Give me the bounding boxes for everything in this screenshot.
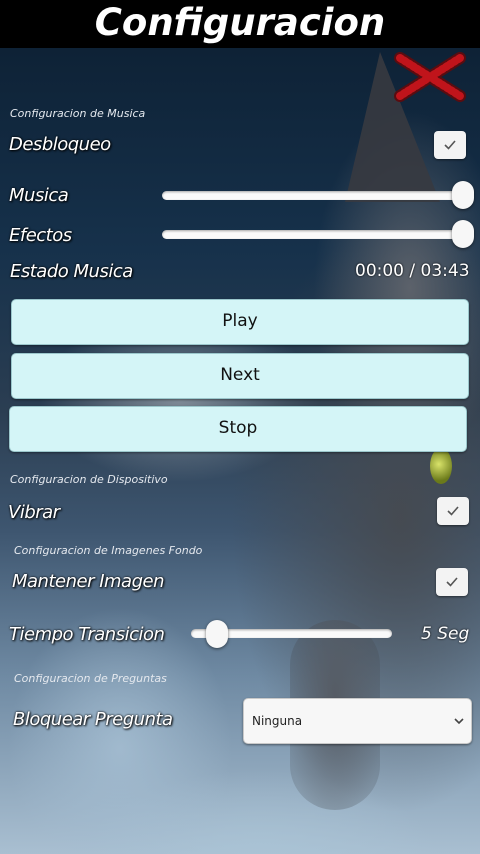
device-section-heading: Configuracion de Dispositivo — [10, 473, 168, 486]
music-volume-slider-handle[interactable] — [452, 181, 474, 209]
keep-image-label: Mantener Imagen — [12, 571, 165, 592]
music-volume-slider[interactable] — [162, 191, 470, 200]
block-question-label: Bloquear Pregunta — [13, 709, 173, 730]
title-bar: Configuracion — [0, 0, 480, 48]
next-button[interactable]: Next — [11, 353, 469, 399]
transition-time-value: 5 Seg — [421, 624, 470, 644]
stop-button[interactable]: Stop — [9, 406, 467, 452]
music-time: 00:00 / 03:43 — [355, 261, 470, 281]
transition-time-label: Tiempo Transicion — [9, 624, 165, 645]
unlock-label: Desbloqueo — [9, 134, 111, 155]
vibrate-label: Vibrar — [8, 502, 60, 523]
effects-volume-slider[interactable] — [162, 230, 470, 239]
music-volume-label: Musica — [9, 185, 69, 206]
checkmark-icon — [447, 506, 459, 516]
play-button[interactable]: Play — [11, 299, 469, 345]
page-title: Configuracion — [94, 1, 386, 44]
block-question-selected: Ninguna — [252, 714, 303, 728]
background-cat-eye — [430, 448, 452, 484]
keep-image-checkbox[interactable] — [436, 568, 468, 596]
music-section-heading: Configuracion de Musica — [10, 107, 146, 120]
unlock-checkbox[interactable] — [434, 131, 466, 159]
music-status-label: Estado Musica — [10, 261, 133, 282]
vibrate-checkbox[interactable] — [437, 497, 469, 525]
block-question-select[interactable]: Ninguna — [243, 698, 472, 744]
transition-time-slider-handle[interactable] — [206, 620, 228, 648]
chevron-down-icon — [454, 718, 464, 725]
checkmark-icon — [444, 140, 456, 150]
questions-section-heading: Configuracion de Preguntas — [14, 672, 167, 685]
close-x-icon[interactable] — [394, 52, 466, 102]
background-section-heading: Configuracion de Imagenes Fondo — [14, 544, 203, 557]
checkmark-icon — [446, 577, 458, 587]
effects-volume-slider-handle[interactable] — [452, 220, 474, 248]
effects-volume-label: Efectos — [9, 225, 72, 246]
